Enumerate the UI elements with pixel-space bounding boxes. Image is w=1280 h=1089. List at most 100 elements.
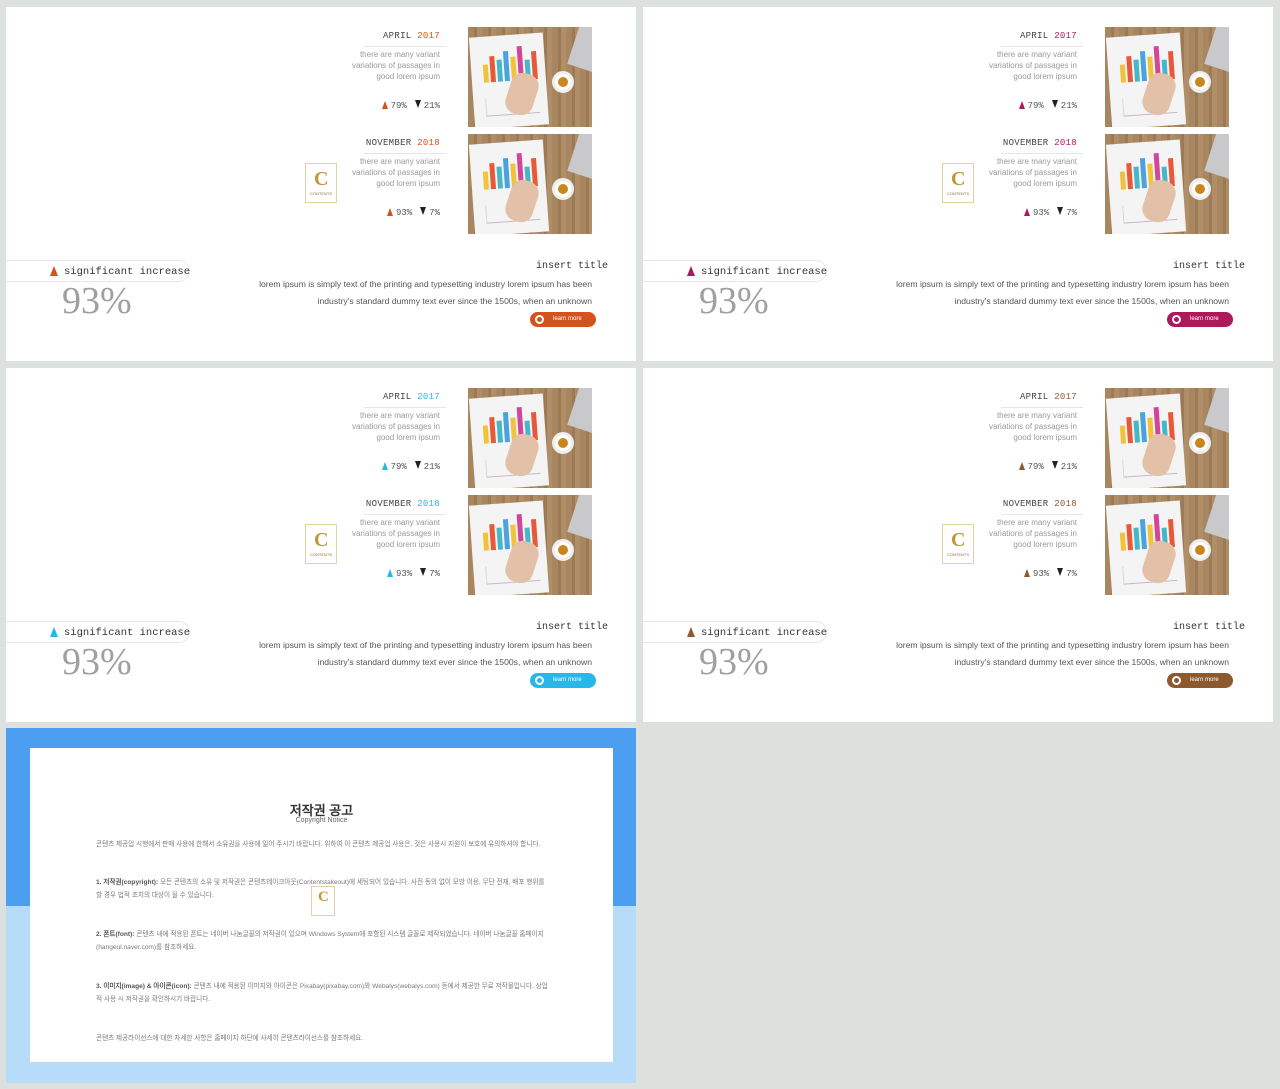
block-stats: 93% 7%	[1023, 207, 1077, 218]
logo-letter: C	[951, 168, 966, 190]
block-description: there are many variant variations of pas…	[351, 518, 440, 549]
block-year: 2018	[1054, 499, 1077, 509]
logo-text: CONTENTS	[947, 552, 969, 557]
percent-value: 93%	[62, 280, 132, 322]
notice-paragraph: 콘텐츠 제공업 시행에서 판매 사용에 한해서 소유권을 사용에 일어 주시기 …	[96, 841, 541, 848]
chart-bar-graphic	[489, 416, 497, 444]
block-month: NOVEMBER	[1002, 499, 1049, 509]
logo-letter: C	[318, 889, 329, 905]
coffee-cup-graphic	[552, 178, 574, 200]
block-description: there are many variant variations of pas…	[988, 50, 1077, 81]
divider	[1001, 46, 1083, 47]
chart-bar-graphic	[502, 412, 510, 443]
block-stats: 93% 7%	[386, 207, 440, 218]
chart-bar-graphic	[1119, 532, 1127, 551]
notice-heading: 1. 저작권(copyright):	[96, 879, 159, 886]
photo	[1105, 388, 1229, 488]
up-triangle-icon	[381, 462, 388, 470]
chart-bar-graphic	[489, 523, 497, 551]
circle-icon	[535, 315, 544, 324]
block-stats: 93% 7%	[1023, 568, 1077, 579]
chart-bar-graphic	[1139, 51, 1147, 82]
down-triangle-icon	[1051, 100, 1058, 108]
chart-bar-graphic	[482, 171, 490, 190]
block-month: APRIL	[1019, 392, 1049, 402]
body-text: industry's standard dummy text ever sinc…	[954, 657, 1229, 667]
block-month: NOVEMBER	[1002, 138, 1049, 148]
block-year: 2017	[1054, 31, 1077, 41]
block-date: APRIL 2017	[383, 31, 440, 41]
chart-bar-graphic	[1133, 166, 1141, 189]
photo	[1105, 495, 1229, 595]
insert-title: insert title	[535, 622, 608, 633]
learn-more-button[interactable]: learn more	[530, 673, 596, 688]
copyright-notice: 저작권 공고 Copyright Notice 콘텐츠 제공업 시행에서 판매 …	[6, 728, 636, 1083]
notice-paragraph: 콘텐츠 제공라이선스에 대한 자세한 사항은 홈페이지 하단에 사세히 콘텐츠라…	[96, 1035, 364, 1042]
insert-title: insert title	[1172, 261, 1245, 272]
up-triangle-icon	[50, 266, 58, 276]
up-triangle-icon	[1023, 208, 1030, 216]
stat-up: 93%	[1032, 208, 1050, 218]
block-year: 2018	[417, 138, 440, 148]
coffee-cup-graphic	[552, 71, 574, 93]
block-description: there are many variant variations of pas…	[351, 50, 440, 81]
percent-value: 93%	[699, 280, 769, 322]
divider	[1001, 407, 1083, 408]
down-triangle-icon	[414, 100, 421, 108]
up-triangle-icon	[381, 101, 388, 109]
chart-bar-graphic	[1126, 416, 1134, 444]
block-year: 2018	[1054, 138, 1077, 148]
block-stats: 79% 21%	[1018, 461, 1077, 472]
up-triangle-icon	[1018, 462, 1025, 470]
block-description: there are many variant variations of pas…	[351, 411, 440, 442]
down-triangle-icon	[414, 461, 421, 469]
slide: APRIL 2017 there are many variant variati…	[643, 368, 1273, 722]
block-date: NOVEMBER 2018	[1003, 138, 1077, 148]
photo	[468, 134, 592, 234]
body-text: industry's standard dummy text ever sinc…	[317, 296, 592, 306]
up-triangle-icon	[1023, 569, 1030, 577]
stat-up: 93%	[395, 569, 413, 579]
logo-letter: C	[951, 529, 966, 551]
block-year: 2017	[417, 392, 440, 402]
chart-bar-graphic	[1119, 171, 1127, 190]
block-date: APRIL 2017	[1020, 31, 1077, 41]
slide: APRIL 2017 there are many variant variati…	[6, 368, 636, 722]
stat-up: 79%	[1027, 462, 1044, 472]
learn-more-button[interactable]: learn more	[1167, 312, 1233, 327]
notice-paragraph: 2. 폰트(font): 콘텐츠 내에 적용된 폰트는 네이버 나눔글꼴의 저작…	[96, 928, 548, 954]
logo-letter: C	[314, 168, 329, 190]
logo-icon: C CONTENTS	[942, 524, 974, 564]
divider	[364, 407, 446, 408]
block-year: 2017	[1054, 392, 1077, 402]
logo-icon: C CONTENTS	[305, 163, 337, 203]
up-triangle-icon	[50, 627, 58, 637]
coffee-cup-graphic	[1189, 432, 1211, 454]
learn-more-button[interactable]: learn more	[530, 312, 596, 327]
learn-more-button[interactable]: learn more	[1167, 673, 1233, 688]
stat-up: 93%	[395, 208, 413, 218]
body-text: lorem ipsum is simply text of the printi…	[259, 640, 592, 650]
chart-bar-graphic	[1126, 162, 1134, 190]
divider	[364, 153, 446, 154]
chart-bar-graphic	[502, 51, 510, 82]
photo	[1105, 27, 1229, 127]
down-triangle-icon	[1057, 568, 1064, 576]
circle-icon	[535, 676, 544, 685]
chart-bar-graphic	[1126, 523, 1134, 551]
stat-down: 21%	[1060, 462, 1077, 472]
up-triangle-icon	[386, 208, 393, 216]
block-month: NOVEMBER	[365, 138, 412, 148]
logo-icon: C CONTENTS	[942, 163, 974, 203]
chart-bar-graphic	[489, 55, 497, 83]
chart-bar-graphic	[1119, 425, 1127, 444]
button-label: learn more	[553, 316, 582, 322]
stat-down: 7%	[429, 208, 440, 218]
coffee-cup-graphic	[1189, 178, 1211, 200]
percent-value: 93%	[699, 641, 769, 683]
circle-icon	[1172, 315, 1181, 324]
logo-text: CONTENTS	[310, 191, 332, 196]
photo	[1105, 134, 1229, 234]
block-date: NOVEMBER 2018	[366, 499, 440, 509]
chart-bar-graphic	[1139, 412, 1147, 443]
